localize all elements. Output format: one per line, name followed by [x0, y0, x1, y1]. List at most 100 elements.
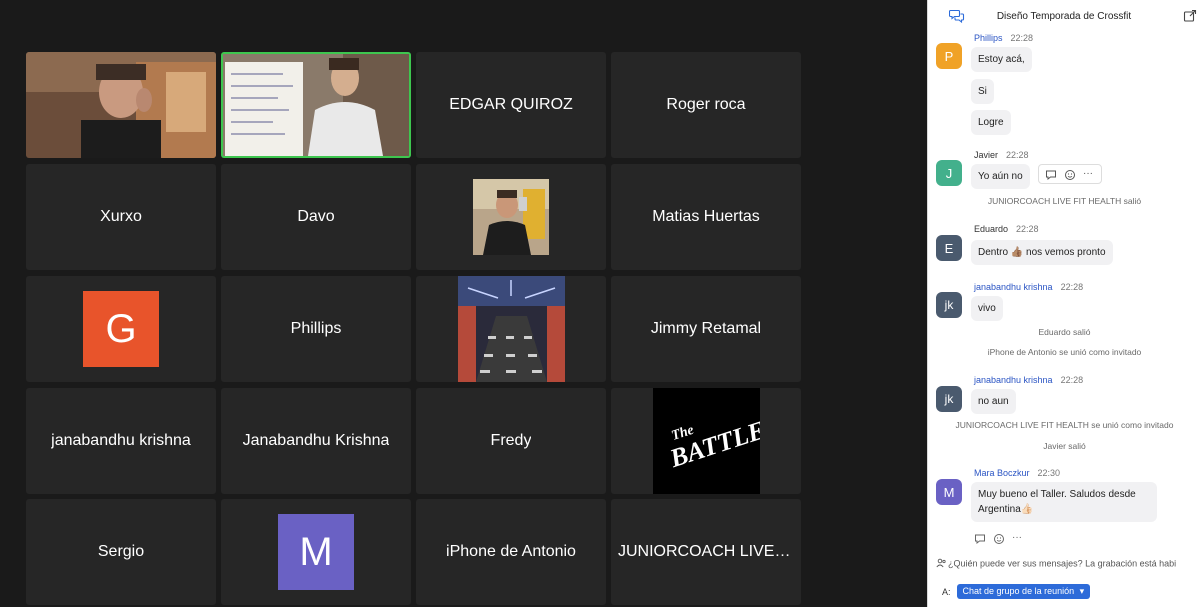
- video-tile-18[interactable]: M: [221, 499, 411, 605]
- reply-thread-icon[interactable]: [1045, 168, 1057, 181]
- message-composer[interactable]: [936, 602, 1196, 607]
- sender-avatar: J: [936, 160, 962, 186]
- message-time: 22:28: [1060, 375, 1084, 385]
- participant-name: Fredy: [490, 432, 532, 449]
- video-gallery: EDGAR QUIROZ Roger roca Xurxo Davo Matia…: [0, 0, 927, 607]
- video-tile-13[interactable]: janabandhu krishna: [26, 388, 216, 494]
- video-tile-7[interactable]: [416, 164, 606, 270]
- video-tile-3[interactable]: EDGAR QUIROZ: [416, 52, 606, 158]
- message-meta: Mara Boczkur 22:30: [974, 468, 1060, 478]
- message-actions: ···: [974, 532, 1024, 545]
- message-bubble[interactable]: Si: [971, 79, 994, 104]
- message-time: 22:28: [1016, 224, 1039, 234]
- system-notice: JUNIORCOACH LIVE FIT HEALTH se unió como…: [955, 420, 1174, 430]
- participant-name: Jimmy Retamal: [650, 320, 762, 337]
- participant-name: Davo: [297, 208, 335, 225]
- message-bubble[interactable]: Dentro 👍🏽 nos vemos pronto: [971, 240, 1113, 265]
- sender-name[interactable]: Eduardo: [974, 224, 1008, 234]
- video-tile-1[interactable]: [26, 52, 216, 158]
- video-tile-20[interactable]: JUNIORCOACH LIVE F...: [611, 499, 801, 605]
- system-notice: JUNIORCOACH LIVE FIT HEALTH salió: [987, 196, 1142, 206]
- recipient-value: Chat de grupo de la reunión: [962, 586, 1075, 596]
- participant-avatar: M: [278, 514, 354, 590]
- add-reaction-icon[interactable]: [1064, 168, 1076, 180]
- system-notice: iPhone de Antonio se unió como invitado: [987, 347, 1142, 357]
- participant-name: Xurxo: [100, 208, 142, 225]
- participant-name: Sergio: [97, 543, 145, 560]
- participant-name: Phillips: [290, 320, 342, 337]
- video-tile-19[interactable]: iPhone de Antonio: [416, 499, 606, 605]
- message-bubble[interactable]: Estoy acá,: [971, 47, 1032, 72]
- message-hover-toolbar: ···: [1038, 164, 1102, 184]
- message-time: 22:28: [1006, 150, 1029, 160]
- sender-avatar: M: [936, 479, 962, 505]
- more-options-icon[interactable]: ···: [1083, 168, 1095, 180]
- video-tile-15[interactable]: Fredy: [416, 388, 606, 494]
- video-tile-10[interactable]: Phillips: [221, 276, 411, 382]
- participant-name: Janabandhu Krishna: [242, 432, 390, 449]
- pop-out-icon[interactable]: [1183, 9, 1199, 25]
- video-tile-6[interactable]: Davo: [221, 164, 411, 270]
- profile-photo-gym: [457, 276, 565, 382]
- sender-name[interactable]: janabandhu krishna: [974, 282, 1053, 292]
- participant-name: iPhone de Antonio: [446, 543, 576, 560]
- video-tile-4[interactable]: Roger roca: [611, 52, 801, 158]
- recipient-label: A:: [942, 586, 951, 597]
- sender-avatar: P: [936, 43, 962, 69]
- video-tile-11[interactable]: [416, 276, 606, 382]
- message-bubble[interactable]: no aun: [971, 389, 1016, 414]
- recipient-row: A: Chat de grupo de la reunión ▾: [942, 584, 1091, 599]
- participant-name: EDGAR QUIROZ: [449, 96, 573, 113]
- participant-name: Roger roca: [666, 96, 746, 113]
- message-meta: janabandhu krishna 22:28: [974, 282, 1083, 292]
- message-meta: Eduardo 22:28: [974, 224, 1039, 234]
- video-tile-9[interactable]: G: [26, 276, 216, 382]
- system-notice: Eduardo salió: [1038, 327, 1091, 337]
- more-options-icon[interactable]: ···: [1012, 532, 1024, 544]
- message-meta: Javier 22:28: [974, 150, 1029, 160]
- message-meta: janabandhu krishna 22:28: [974, 375, 1083, 385]
- zoom-meeting-window: EDGAR QUIROZ Roger roca Xurxo Davo Matia…: [0, 0, 1200, 607]
- chat-header: Diseño Temporada de Crossfit: [928, 0, 1200, 32]
- participant-name: JUNIORCOACH LIVE F...: [618, 543, 794, 560]
- chevron-down-icon: ▾: [1079, 586, 1085, 596]
- avatar-initial: G: [105, 306, 137, 351]
- video-tile-14[interactable]: Janabandhu Krishna: [221, 388, 411, 494]
- privacy-text: ¿Quién puede ver sus mensajes? La grabac…: [948, 558, 1177, 569]
- sender-avatar: E: [936, 235, 962, 261]
- message-bubble[interactable]: vivo: [971, 296, 1003, 321]
- profile-photo: [473, 179, 549, 255]
- sender-name[interactable]: janabandhu krishna: [974, 375, 1053, 385]
- sender-name[interactable]: Phillips: [974, 33, 1003, 43]
- video-tile-17[interactable]: Sergio: [26, 499, 216, 605]
- video-tile-2-active-speaker[interactable]: [221, 52, 411, 158]
- avatar-initial: M: [299, 529, 333, 574]
- participant-avatar: G: [83, 291, 159, 367]
- participant-name: Matias Huertas: [652, 208, 760, 225]
- message-bubble[interactable]: Logre: [971, 110, 1011, 135]
- video-tile-12[interactable]: Jimmy Retamal: [611, 276, 801, 382]
- sender-avatar: jk: [936, 386, 962, 412]
- sender-name[interactable]: Mara Boczkur: [974, 468, 1030, 478]
- video-tile-5[interactable]: Xurxo: [26, 164, 216, 270]
- video-tile-16[interactable]: The BATTLE: [611, 388, 801, 494]
- message-bubble[interactable]: Muy bueno el Taller. Saludos desde Argen…: [971, 482, 1157, 522]
- the-battle-logo: The BATTLE: [652, 388, 768, 494]
- participant-name: janabandhu krishna: [51, 432, 191, 449]
- chat-title: Diseño Temporada de Crossfit: [996, 10, 1132, 22]
- message-meta: Phillips 22:28: [974, 33, 1033, 43]
- video-tile-8[interactable]: Matias Huertas: [611, 164, 801, 270]
- people-icon: [936, 558, 946, 570]
- chat-bubbles-icon[interactable]: [948, 8, 965, 24]
- recipient-selector[interactable]: Chat de grupo de la reunión ▾: [956, 584, 1091, 599]
- message-time: 22:28: [1010, 33, 1034, 43]
- message-time: 22:28: [1060, 282, 1084, 292]
- sender-avatar: jk: [936, 292, 962, 318]
- sender-name[interactable]: Javier: [974, 150, 998, 160]
- system-notice: Javier salió: [1043, 441, 1086, 451]
- message-bubble[interactable]: Yo aún no: [971, 164, 1030, 189]
- add-reaction-icon[interactable]: [993, 532, 1005, 544]
- reply-thread-icon[interactable]: [974, 532, 986, 545]
- privacy-notice[interactable]: ¿Quién puede ver sus mensajes? La grabac…: [936, 558, 1176, 570]
- message-time: 22:30: [1037, 468, 1061, 478]
